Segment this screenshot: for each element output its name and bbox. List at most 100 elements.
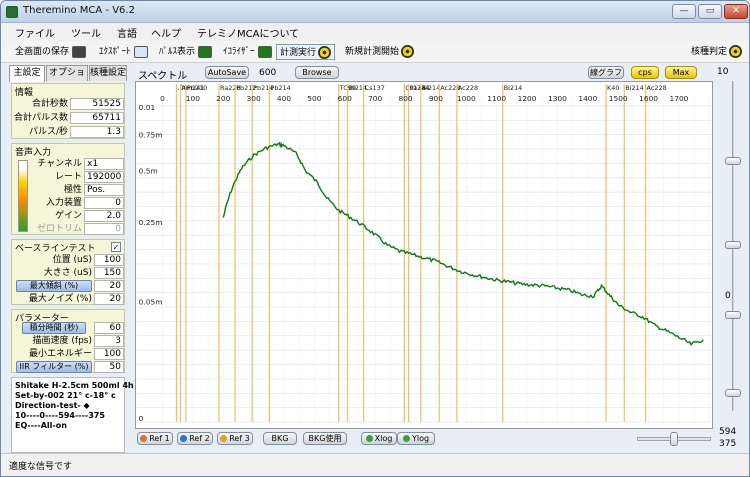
x-tick-label: 900 bbox=[429, 94, 443, 103]
run-measure-button[interactable]: 計測実行 bbox=[276, 44, 336, 60]
memo-line: 10----0----594----375 bbox=[15, 411, 105, 420]
gain-field[interactable]: 2.0 bbox=[84, 210, 124, 222]
notes-memo[interactable]: Shitake H-2.5cm 500ml 4h Set-by-002 21° … bbox=[11, 377, 134, 453]
spectrum-line bbox=[222, 141, 704, 347]
x-tick-label: 1200 bbox=[518, 94, 537, 103]
menu-about[interactable]: テレミノMCAについて bbox=[197, 25, 299, 40]
integration-time-button[interactable]: 積分時間 (秒) bbox=[22, 322, 86, 334]
integration-time-field[interactable]: 60 bbox=[94, 322, 124, 334]
x-tick-label: 1300 bbox=[548, 94, 567, 103]
vertical-slider-thumb[interactable] bbox=[725, 241, 741, 249]
audio-row[interactable]: 入力装置 0 bbox=[12, 197, 126, 210]
value-594: 594 bbox=[719, 427, 737, 437]
baseline-row[interactable]: 位置 (uS) 100 bbox=[12, 254, 126, 267]
x-tick-label: 700 bbox=[368, 94, 382, 103]
ref2-button[interactable]: Ref 2 bbox=[177, 432, 213, 445]
save-all-button[interactable]: 全画面の保存 bbox=[15, 44, 87, 60]
audio-row[interactable]: ゲイン 2.0 bbox=[12, 210, 126, 223]
nuclide-label: Cs137 bbox=[365, 84, 385, 92]
menu-help[interactable]: ヘルプ bbox=[151, 25, 181, 40]
tab-nuclide-settings[interactable]: 核種設定 bbox=[89, 65, 127, 81]
audio-row[interactable]: チャンネル x1 bbox=[12, 158, 126, 171]
zero-trim-field[interactable]: 0 bbox=[84, 223, 124, 235]
audio-label: 極性 bbox=[63, 185, 82, 195]
params-row[interactable]: 最小エネルギー 100 bbox=[12, 348, 126, 361]
vertical-slider-thumb[interactable] bbox=[725, 389, 741, 397]
baseline-title: ベースラインテスト bbox=[15, 244, 96, 254]
max-slope-button[interactable]: 最大傾斜 (%) bbox=[16, 280, 92, 292]
horizontal-slider-thumb[interactable] bbox=[670, 432, 678, 446]
pulse-display-button[interactable]: ﾊﾟﾙｽ表示 bbox=[159, 44, 213, 60]
channel-field[interactable]: x1 bbox=[84, 158, 124, 170]
tab-main-settings[interactable]: 主設定 bbox=[9, 65, 45, 82]
max-button[interactable]: Max bbox=[665, 66, 697, 79]
iir-filter-field[interactable]: 50 bbox=[94, 361, 124, 373]
audio-row[interactable]: レート 192000 bbox=[12, 171, 126, 184]
menu-tools[interactable]: ツール bbox=[71, 25, 101, 40]
baseline-label: 最大ノイズ (%) bbox=[28, 294, 92, 304]
audio-label: ゲイン bbox=[55, 211, 82, 221]
x-tick-label: 500 bbox=[307, 94, 321, 103]
rate-field[interactable]: 192000 bbox=[84, 171, 124, 183]
x-tick-label: 0 bbox=[160, 94, 165, 103]
ref1-button[interactable]: Ref 1 bbox=[137, 432, 173, 445]
line-graph-button[interactable]: 線グラフ bbox=[588, 66, 624, 79]
xlog-dot-icon bbox=[365, 435, 373, 442]
ref2-label: Ref 2 bbox=[189, 434, 210, 443]
maximize-button[interactable]: ▭ bbox=[698, 4, 722, 19]
new-measure-button[interactable]: 新規計測開始 bbox=[345, 44, 415, 60]
baseline-row[interactable]: 最大ノイズ (%) 20 bbox=[12, 293, 126, 306]
browse-button[interactable]: Browse bbox=[295, 66, 339, 79]
nuclide-label: Bi214 bbox=[422, 84, 441, 92]
params-row[interactable]: 描画速度 (fps) 3 bbox=[12, 335, 126, 348]
spectrum-header: スペクトル AutoSave 600 Browse 線グラフ cps Max bbox=[135, 65, 711, 82]
draw-speed-field[interactable]: 3 bbox=[94, 335, 124, 347]
x-tick-label: 1500 bbox=[609, 94, 628, 103]
spectrum-chart[interactable]: .00Am241Pb210Ra226Pb212Pb214Pb214TC99Bi2… bbox=[135, 81, 713, 429]
ylog-label: Ylog bbox=[411, 434, 430, 443]
chart-controls: Ref 1 Ref 2 Ref 3 BKG BKG使用 Xlog Ylog bbox=[135, 430, 713, 448]
right-panel: 10 0 594 375 bbox=[715, 65, 749, 453]
audio-row[interactable]: ゼロトリム 0 bbox=[12, 223, 126, 236]
export-label: ｴｸｽﾎﾟｰﾄ bbox=[99, 47, 131, 57]
title-bar: Theremino MCA - V6.2 — ▭ ✕ bbox=[1, 1, 749, 23]
minimize-button[interactable]: — bbox=[672, 4, 696, 19]
position-field[interactable]: 100 bbox=[94, 254, 124, 266]
max-noise-field[interactable]: 20 bbox=[94, 293, 124, 305]
close-button[interactable]: ✕ bbox=[724, 4, 748, 19]
audio-row[interactable]: 極性 Pos. bbox=[12, 184, 126, 197]
baseline-row[interactable]: 最大傾斜 (%) 20 bbox=[12, 280, 126, 293]
polarity-field[interactable]: Pos. bbox=[84, 184, 124, 196]
min-energy-field[interactable]: 100 bbox=[94, 348, 124, 360]
menu-language[interactable]: 言語 bbox=[117, 25, 137, 40]
nuclide-id-button[interactable]: 核種判定 bbox=[691, 44, 743, 60]
input-device-field[interactable]: 0 bbox=[84, 197, 124, 209]
ref1-label: Ref 1 bbox=[149, 434, 170, 443]
export-button[interactable]: ｴｸｽﾎﾟｰﾄ bbox=[99, 44, 148, 60]
equalizer-button[interactable]: ｲｺﾗｲｻﾞｰ bbox=[223, 44, 272, 60]
vertical-slider-thumb[interactable] bbox=[725, 311, 741, 319]
vertical-slider-thumb[interactable] bbox=[725, 157, 741, 165]
size-field[interactable]: 150 bbox=[94, 267, 124, 279]
cps-button[interactable]: cps bbox=[631, 66, 659, 79]
ref3-button[interactable]: Ref 3 bbox=[217, 432, 253, 445]
ylog-button[interactable]: Ylog bbox=[397, 432, 435, 445]
horizontal-slider[interactable] bbox=[637, 432, 711, 446]
baseline-checkbox[interactable]: ✓ bbox=[111, 242, 121, 252]
iir-filter-button[interactable]: IIR フィルター (%) bbox=[16, 361, 92, 373]
audio-label: ゼロトリム bbox=[36, 224, 82, 234]
params-row[interactable]: 積分時間 (秒) 60 bbox=[12, 322, 126, 335]
status-text: 適度な信号です bbox=[9, 462, 73, 472]
autosave-interval[interactable]: 600 bbox=[259, 68, 276, 78]
menu-file[interactable]: ファイル bbox=[15, 25, 55, 40]
bkg-button[interactable]: BKG bbox=[263, 432, 297, 445]
bkg-use-button[interactable]: BKG使用 bbox=[303, 432, 347, 445]
baseline-row[interactable]: 大きさ (uS) 150 bbox=[12, 267, 126, 280]
autosave-button[interactable]: AutoSave bbox=[205, 66, 249, 79]
max-slope-field[interactable]: 20 bbox=[94, 280, 124, 292]
audio-label: 入力装置 bbox=[45, 198, 82, 208]
tab-options[interactable]: オプション bbox=[46, 65, 88, 93]
xlog-button[interactable]: Xlog bbox=[361, 432, 397, 445]
info-value: 1.3 bbox=[70, 126, 124, 138]
params-row[interactable]: IIR フィルター (%) 50 bbox=[12, 361, 126, 374]
